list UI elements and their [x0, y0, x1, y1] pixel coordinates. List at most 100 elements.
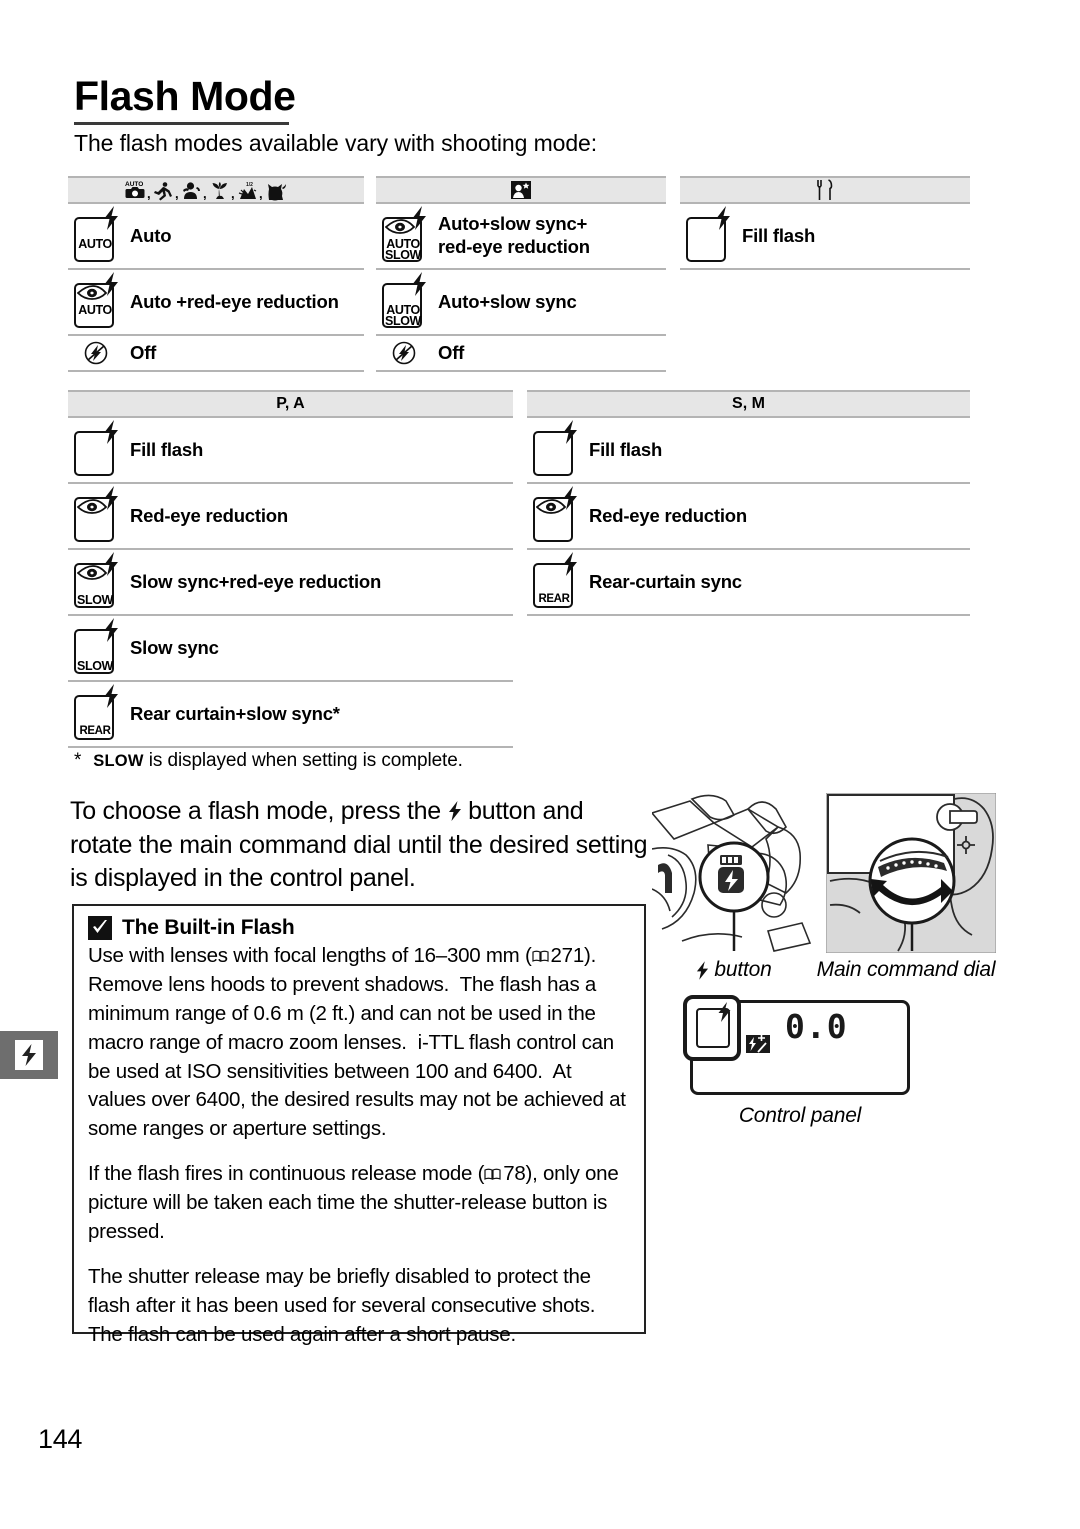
- note-paragraph-1: Use with lenses with focal lengths of 16…: [88, 944, 626, 1141]
- table-row: AUTO Auto: [68, 204, 364, 270]
- flash-mode-label: Off: [130, 341, 157, 363]
- eye-icon: [77, 498, 107, 514]
- flash-off-icon: [380, 340, 427, 366]
- flash-mode-label: Rear-curtain sync: [589, 570, 742, 592]
- flash-mode-label: Slow sync+red-eye reduction: [130, 570, 382, 592]
- flash-redeye-icon: [72, 485, 119, 543]
- flash-slow-redeye-icon: SLOW: [72, 551, 119, 609]
- flash-auto-icon: AUTO: [72, 205, 119, 263]
- illustration-captions: button Main command dial: [652, 958, 996, 982]
- scene-mode-icons: AUTO , , , , 1/2 ,: [125, 181, 286, 201]
- flash-mode-label: Slow sync: [130, 636, 219, 658]
- table-row: Fill flash: [68, 418, 513, 484]
- table-row: SLOW Slow sync+red-eye reduction: [68, 550, 513, 616]
- table-row: Fill flash: [527, 418, 970, 484]
- ref-page-271: 271: [550, 944, 585, 967]
- table-header-scene-modes: AUTO , , , , 1/2 ,: [68, 176, 364, 204]
- camera-flash-button-photo: [652, 793, 820, 953]
- table-header-night-portrait: [376, 176, 666, 204]
- flash-bolt-icon: [697, 960, 709, 980]
- flash-mode-indicator-icon: [683, 995, 741, 1061]
- flash-auto-redeye-icon: AUTO: [72, 271, 119, 329]
- chapter-tab-flash: [0, 1031, 58, 1079]
- svg-text:,: ,: [175, 186, 179, 201]
- footnote: * SLOW is displayed when setting is compl…: [74, 750, 463, 772]
- control-panel-illustration: 0.0: [683, 995, 910, 1095]
- flash-mode-label-line1: Auto+slow sync+: [438, 213, 588, 235]
- flash-mode-label: Off: [438, 341, 465, 363]
- flash-fill-icon: [531, 419, 578, 477]
- table-row: AUTO SLOW Auto+slow sync: [376, 270, 666, 336]
- caption-main-command-dial: Main command dial: [816, 958, 996, 981]
- table-row: REAR Rear curtain+slow sync*: [68, 682, 513, 748]
- page-number: 144: [38, 1424, 83, 1454]
- svg-text:1/2: 1/2: [246, 182, 253, 188]
- flash-compensation-icon: [746, 1035, 770, 1053]
- title-underline: [74, 122, 289, 125]
- flash-icon: [15, 1040, 43, 1070]
- flash-auto-slow-icon: AUTO SLOW: [380, 271, 427, 329]
- table-scene-modes: AUTO , , , , 1/2 , AUTO Auto AUTO Auto +…: [68, 176, 364, 372]
- flash-mode-label: Auto: [130, 224, 172, 246]
- svg-text:,: ,: [231, 186, 235, 201]
- flash-redeye-icon: [531, 485, 578, 543]
- flash-rear-icon: REAR: [531, 551, 578, 609]
- table-header-p-a: P, A: [68, 390, 513, 418]
- eye-icon: [77, 284, 107, 300]
- book-reference-icon: [484, 1168, 501, 1181]
- night-portrait-icon: [511, 181, 531, 199]
- caption-flash-button: button: [652, 958, 816, 982]
- ref-page-78: 78: [503, 1162, 526, 1186]
- flash-fill-icon: [72, 419, 119, 477]
- eye-icon: [77, 564, 107, 580]
- table-row: Fill flash: [680, 204, 970, 270]
- flash-slow-icon: SLOW: [72, 617, 119, 675]
- flash-mode-label: Auto+slow sync+ red-eye reduction: [438, 213, 590, 258]
- table-night-portrait-mode: AUTO SLOW Auto+slow sync+ red-eye reduct…: [376, 176, 666, 372]
- table-header-food: [680, 176, 970, 204]
- footnote-term: SLOW: [93, 752, 144, 770]
- table-row: REAR Rear-curtain sync: [527, 550, 970, 616]
- book-reference-icon: [531, 950, 549, 962]
- note-box-title: The Built-in Flash: [122, 916, 295, 939]
- flash-bolt-icon: [718, 1002, 731, 1022]
- caution-check-icon: [88, 916, 112, 940]
- table-row: Red-eye reduction: [68, 484, 513, 550]
- caption-control-panel: Control panel: [738, 1104, 862, 1127]
- flash-mode-label: Fill flash: [742, 224, 816, 246]
- table-food-mode: Fill flash: [680, 176, 970, 270]
- flash-mode-label-line2: red-eye reduction: [438, 236, 590, 257]
- table-row: Off: [376, 336, 666, 372]
- table-row: SLOW Slow sync: [68, 616, 513, 682]
- flash-rear-icon: REAR: [72, 683, 119, 741]
- svg-text:,: ,: [147, 186, 151, 201]
- caption-flash-button-text: button: [714, 958, 772, 981]
- food-icon: [817, 179, 833, 200]
- flash-auto-slow-redeye-icon: AUTO SLOW: [380, 205, 427, 263]
- flash-mode-label: Fill flash: [130, 438, 204, 460]
- table-row: AUTO SLOW Auto+slow sync+ red-eye reduct…: [376, 204, 666, 270]
- svg-text:AUTO: AUTO: [125, 181, 143, 188]
- flash-mode-label: Red-eye reduction: [589, 504, 747, 526]
- eye-icon: [385, 218, 415, 234]
- page-subtitle: The flash modes available vary with shoo…: [74, 130, 598, 156]
- footnote-text: is displayed when setting is complete.: [143, 750, 463, 771]
- illustration-group: [652, 793, 996, 953]
- flash-fill-icon: [684, 205, 731, 263]
- table-row: Off: [68, 336, 364, 372]
- svg-text:,: ,: [259, 186, 263, 201]
- table-p-a-modes: P, A Fill flash Red-eye reduction SLOW S…: [68, 390, 513, 748]
- table-row: Red-eye reduction: [527, 484, 970, 550]
- manual-page: Flash Mode The flash modes available var…: [0, 0, 1080, 1529]
- instruction-text-part1: To choose a flash mode, press the: [70, 797, 448, 825]
- flash-mode-label: Auto +red-eye reduction: [130, 290, 339, 312]
- footnote-marker: *: [74, 750, 82, 771]
- flash-mode-label: Rear curtain+slow sync*: [130, 702, 340, 724]
- note-box-heading: The Built-in Flash: [88, 916, 630, 940]
- page-title: Flash Mode: [74, 73, 296, 119]
- eye-icon: [536, 498, 566, 514]
- table-header-s-m: S, M: [527, 390, 970, 418]
- flash-off-icon: [72, 340, 119, 366]
- svg-text:,: ,: [203, 186, 207, 201]
- table-row: AUTO Auto +red-eye reduction: [68, 270, 364, 336]
